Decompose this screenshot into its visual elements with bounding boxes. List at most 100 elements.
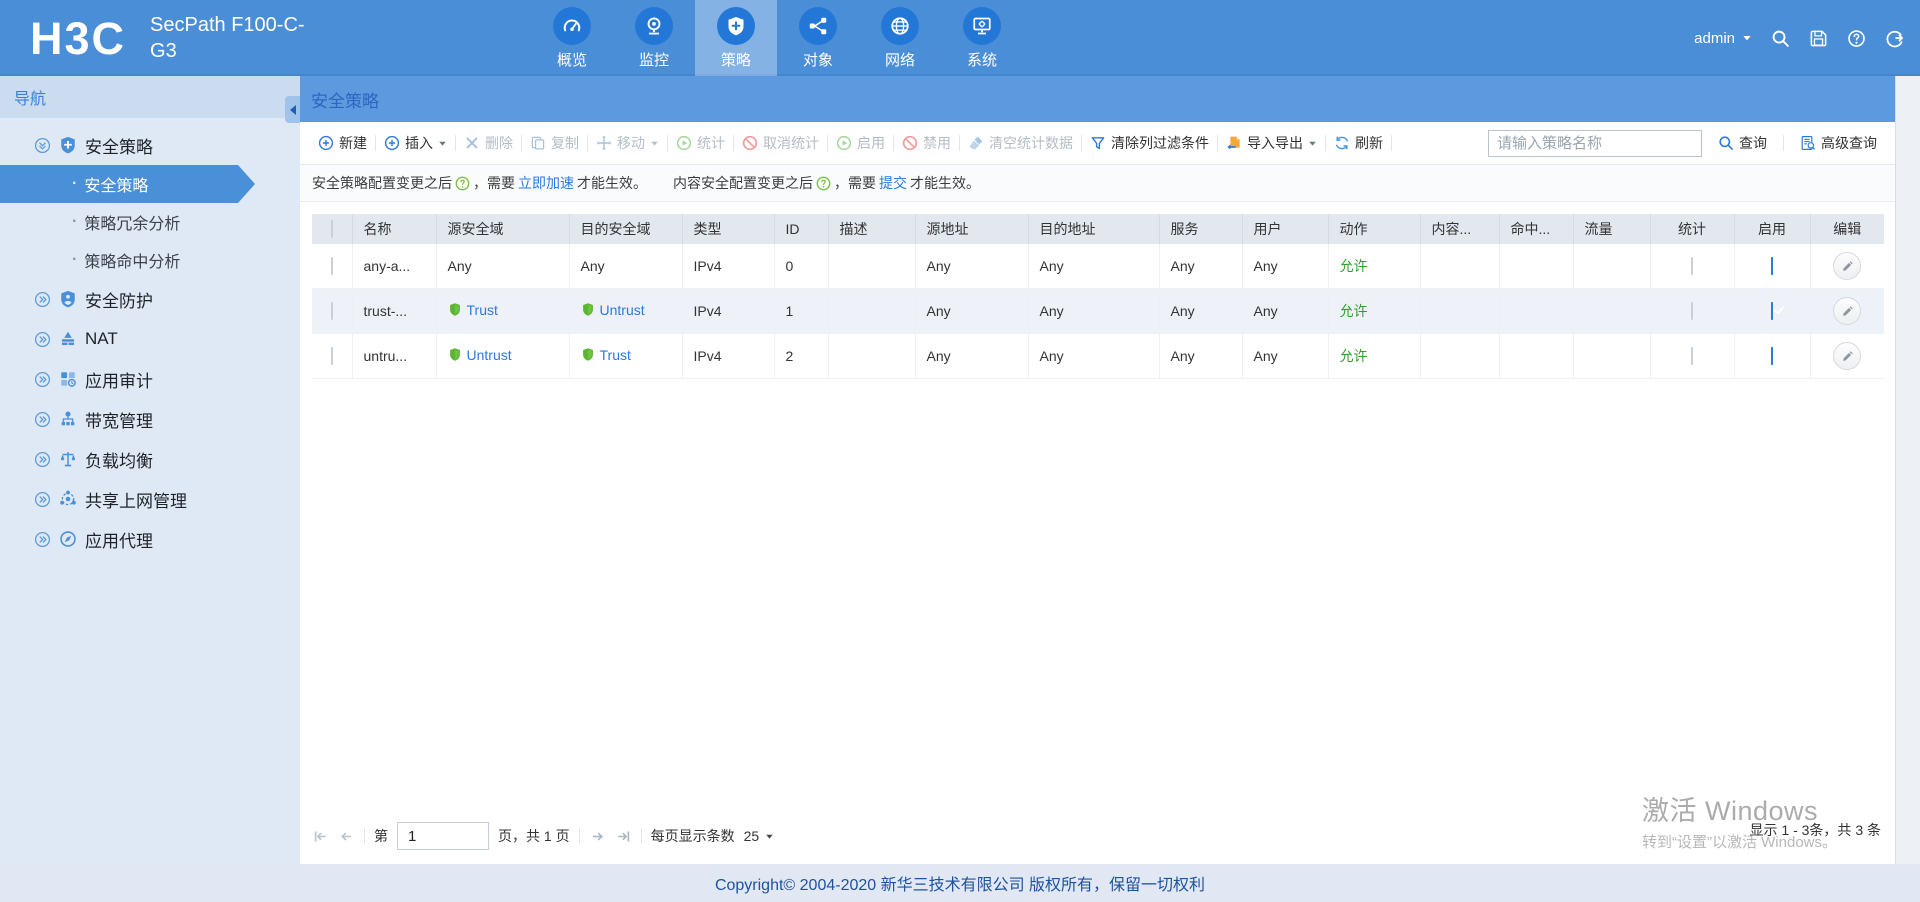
edit-button[interactable]: [1833, 252, 1862, 280]
sidebar-collapse-handle[interactable]: [285, 96, 300, 123]
column-header-label: 用户: [1253, 221, 1282, 237]
sidebar-item-security-protection[interactable]: 安全防护: [0, 279, 300, 319]
admin-user-menu[interactable]: admin: [1694, 30, 1752, 47]
sidebar-subitem-policy-hit-analysis[interactable]: · 策略命中分析: [0, 241, 238, 279]
top-nav-policy[interactable]: 策略: [695, 0, 777, 76]
next-page-button[interactable]: [589, 828, 606, 845]
top-nav-system[interactable]: 系统: [941, 0, 1023, 76]
column-header-user[interactable]: 用户: [1242, 214, 1329, 244]
copy-button[interactable]: 复制: [522, 129, 587, 157]
clear-statistics-button[interactable]: 清空统计数据: [960, 129, 1081, 157]
caret-down-icon: [1308, 139, 1317, 148]
prev-page-button[interactable]: [338, 828, 355, 845]
sidebar-item-bandwidth-management[interactable]: 带宽管理: [0, 399, 300, 439]
zone-link[interactable]: Untrust: [581, 302, 645, 318]
cancel-statistics-button[interactable]: 取消统计: [734, 129, 827, 157]
column-header-traffic[interactable]: 流量: [1573, 214, 1651, 244]
sidebar-item-app-proxy[interactable]: 应用代理: [0, 519, 300, 559]
top-nav-monitor[interactable]: 监控: [613, 0, 695, 76]
policy-name-search-input[interactable]: [1488, 129, 1702, 157]
move-icon: [596, 135, 612, 151]
edit-button[interactable]: [1833, 342, 1862, 370]
header-search-button[interactable]: [1771, 29, 1790, 48]
column-header-edit[interactable]: 编辑: [1810, 214, 1884, 244]
column-header-dst-zone[interactable]: 目的安全域: [569, 214, 683, 244]
top-nav-label: 系统: [966, 51, 997, 69]
statistics-checkbox[interactable]: [1691, 347, 1693, 365]
delete-button[interactable]: 删除: [456, 129, 521, 157]
top-nav-network[interactable]: 网络: [859, 0, 941, 76]
disable-button[interactable]: 禁用: [894, 129, 959, 157]
column-header-content[interactable]: 内容...: [1420, 214, 1500, 244]
row-checkbox[interactable]: [330, 347, 333, 365]
column-header-service[interactable]: 服务: [1159, 214, 1243, 244]
help-question-icon[interactable]: [455, 176, 470, 191]
notice-text: ，需要: [473, 175, 515, 191]
top-nav-overview[interactable]: 概览: [531, 0, 613, 76]
statistics-checkbox[interactable]: [1691, 302, 1693, 320]
top-nav-objects[interactable]: 对象: [777, 0, 859, 76]
insert-button[interactable]: 插入: [376, 129, 455, 157]
submit-link[interactable]: 提交: [879, 173, 907, 193]
column-header-description[interactable]: 描述: [828, 214, 916, 244]
column-header-type[interactable]: 类型: [682, 214, 775, 244]
header-save-button[interactable]: [1809, 29, 1828, 48]
sidebar-item-label: 安全策略: [85, 137, 153, 157]
zone-link[interactable]: Trust: [581, 347, 631, 363]
column-header-statistics[interactable]: 统计: [1650, 214, 1735, 244]
page-number-input[interactable]: [397, 822, 489, 850]
zone-link[interactable]: Untrust: [448, 347, 512, 363]
search-icon: [1718, 135, 1734, 151]
camera-icon: [635, 6, 673, 45]
statistics-button[interactable]: 统计: [668, 129, 733, 157]
sidebar-item-label: 应用代理: [85, 531, 153, 551]
enable-checkbox[interactable]: [1771, 347, 1773, 365]
sidebar-item-security-policy[interactable]: 安全策略: [0, 125, 300, 165]
enable-checkbox[interactable]: [1771, 302, 1773, 320]
cell-text: IPv4: [693, 348, 722, 364]
help-question-icon[interactable]: [816, 176, 831, 191]
enable-checkbox[interactable]: [1771, 257, 1773, 275]
statistics-checkbox[interactable]: [1691, 257, 1693, 275]
chevron-right-circle-icon: [34, 291, 51, 308]
zone-link[interactable]: Trust: [448, 302, 498, 318]
sidebar-item-app-audit[interactable]: 应用审计: [0, 359, 300, 399]
sidebar-subitem-security-policy[interactable]: · 安全策略: [0, 165, 255, 203]
create-button[interactable]: 新建: [310, 129, 375, 157]
sidebar-subitem-policy-redundancy-analysis[interactable]: · 策略冗余分析: [0, 203, 238, 241]
row-checkbox[interactable]: [330, 257, 333, 275]
accelerate-now-link[interactable]: 立即加速: [518, 173, 574, 193]
sidebar-item-shared-internet[interactable]: 共享上网管理: [0, 479, 300, 519]
refresh-button[interactable]: 刷新: [1326, 129, 1391, 157]
sidebar-item-load-balancing[interactable]: 负载均衡: [0, 439, 300, 479]
enable-button[interactable]: 启用: [828, 129, 893, 157]
column-header-enable[interactable]: 启用: [1734, 214, 1811, 244]
move-button[interactable]: 移动: [588, 129, 667, 157]
last-page-button[interactable]: [615, 828, 632, 845]
policy-name: any-a...: [363, 258, 411, 274]
column-header-action[interactable]: 动作: [1328, 214, 1421, 244]
row-checkbox[interactable]: [330, 302, 333, 320]
cell-text: Any: [926, 258, 951, 274]
column-header-src-zone[interactable]: 源安全域: [436, 214, 570, 244]
column-header-name[interactable]: 名称: [352, 214, 437, 244]
tab-security-policy[interactable]: 安全策略: [311, 87, 379, 112]
header-help-button[interactable]: [1847, 29, 1866, 48]
column-header-dst-address[interactable]: 目的地址: [1028, 214, 1160, 244]
per-page-select[interactable]: 25: [744, 828, 775, 844]
toolbar-button-label: 移动: [617, 135, 645, 151]
policy-name: untru...: [363, 348, 408, 364]
column-header-select[interactable]: [312, 214, 353, 244]
select-all-checkbox[interactable]: [330, 220, 333, 238]
header-logout-button[interactable]: [1885, 29, 1904, 48]
sidebar-item-nat[interactable]: NAT: [0, 319, 300, 359]
column-header-src-address[interactable]: 源地址: [915, 214, 1029, 244]
edit-button[interactable]: [1833, 297, 1862, 325]
clear-column-filters-button[interactable]: 清除列过滤条件: [1082, 129, 1217, 157]
query-button[interactable]: 查询: [1710, 129, 1775, 157]
column-header-id[interactable]: ID: [774, 214, 829, 244]
advanced-query-button[interactable]: 高级查询: [1792, 129, 1885, 157]
import-export-button[interactable]: 导入导出: [1218, 129, 1325, 157]
first-page-button[interactable]: [312, 828, 329, 845]
column-header-hit[interactable]: 命中...: [1499, 214, 1574, 244]
